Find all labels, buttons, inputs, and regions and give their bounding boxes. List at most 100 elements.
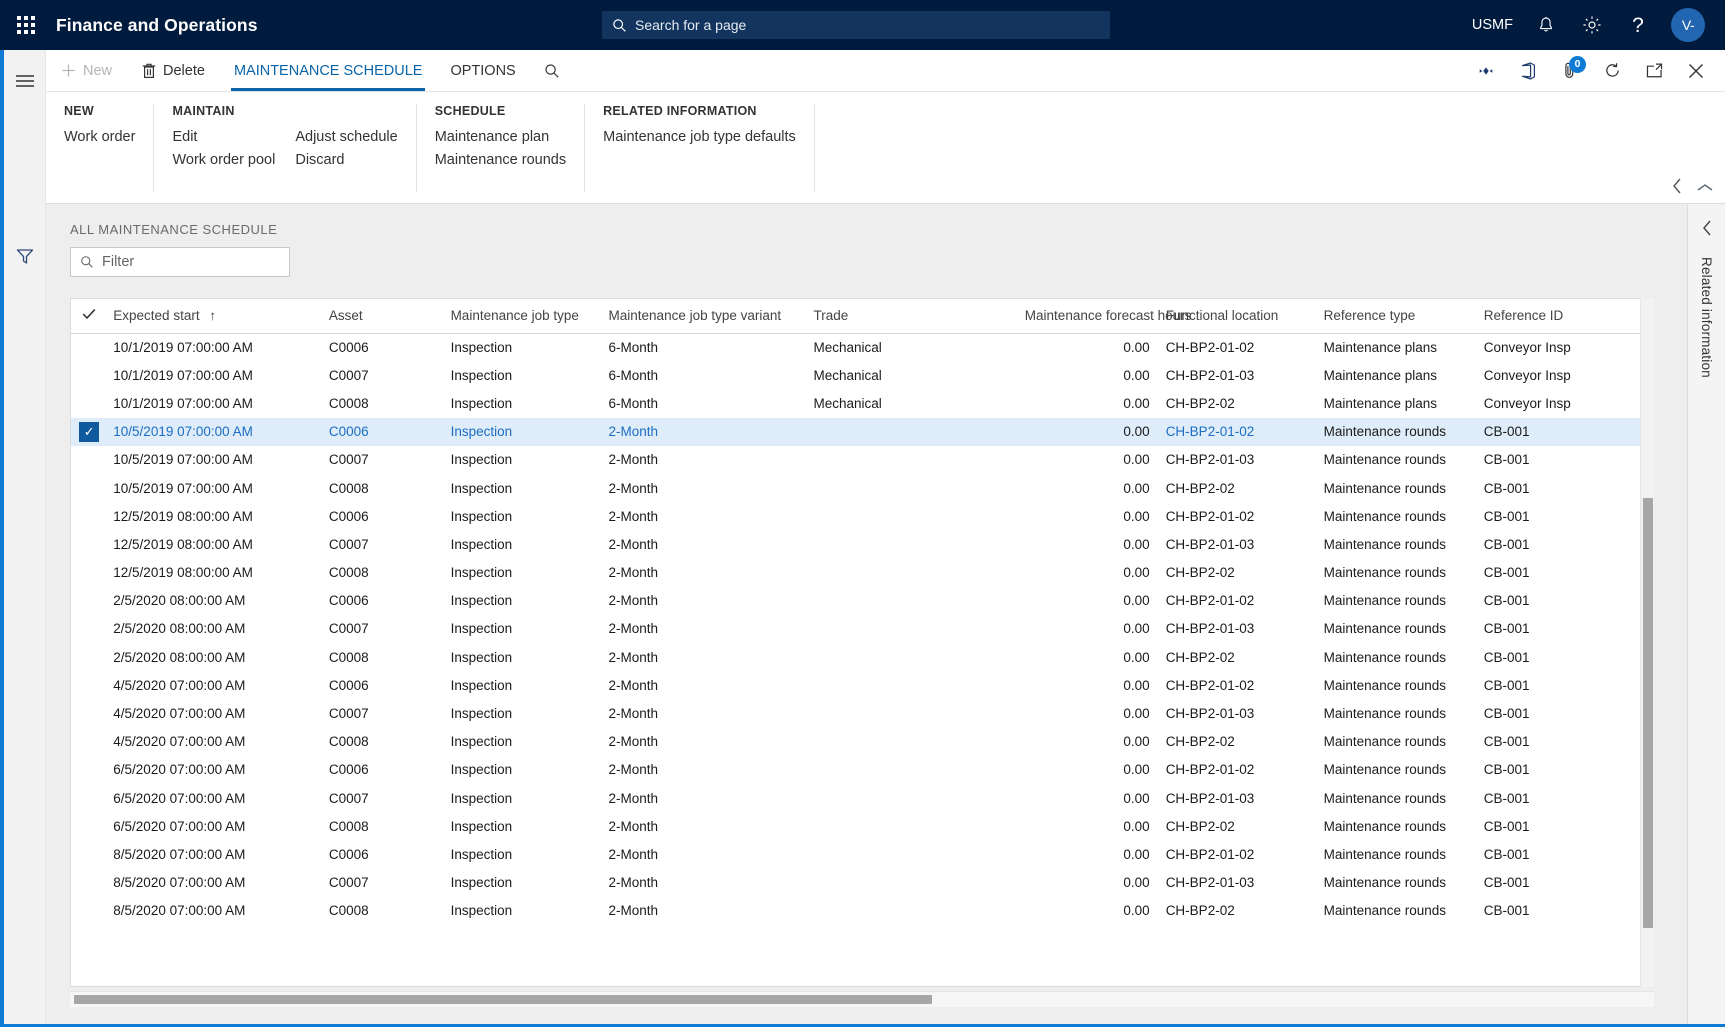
row-select-checkbox[interactable]	[71, 587, 107, 615]
cell-asset: C0006	[328, 339, 369, 355]
popout-icon[interactable]	[1637, 50, 1671, 92]
cell-asset: C0006	[328, 593, 369, 609]
column-header-asset[interactable]: Asset	[322, 299, 445, 334]
cell-job-type: Inspection	[450, 875, 513, 891]
table-row[interactable]: 6/5/2020 07:00:00 AM C0008 Inspection 2-Mon…	[71, 812, 1653, 840]
avatar[interactable]: V-	[1661, 0, 1715, 50]
row-select-checkbox[interactable]	[71, 869, 107, 897]
table-row[interactable]: 2/5/2020 08:00:00 AM C0008 Inspection 2-Mon…	[71, 643, 1653, 671]
table-row[interactable]: 8/5/2020 07:00:00 AM C0007 Inspection 2-Mon…	[71, 869, 1653, 897]
tab-options[interactable]: OPTIONS	[436, 50, 529, 91]
hamburger-icon[interactable]	[4, 59, 46, 103]
ribbon-item-adjust-schedule[interactable]: Adjust schedule	[295, 129, 397, 145]
grid-horizontal-scroll-thumb[interactable]	[74, 995, 932, 1004]
row-select-checkbox[interactable]	[71, 530, 107, 558]
column-header-reference-id[interactable]: Reference ID	[1477, 299, 1653, 334]
ribbon-item-maintenance-rounds[interactable]: Maintenance rounds	[435, 152, 566, 168]
company-selector[interactable]: USMF	[1462, 0, 1523, 50]
row-select-checkbox[interactable]	[71, 333, 107, 361]
filter-input[interactable]: Filter	[70, 247, 290, 277]
chevron-left-icon[interactable]	[1699, 218, 1715, 243]
cell-trade	[807, 869, 1018, 897]
table-row[interactable]: 12/5/2019 08:00:00 AM C0006 Inspection 2-Mo…	[71, 502, 1653, 530]
global-search-input[interactable]: Search for a page	[602, 11, 1110, 39]
row-select-checkbox[interactable]	[71, 699, 107, 727]
cell-asset: C0007	[328, 367, 369, 383]
chevron-up-icon[interactable]	[1695, 181, 1715, 199]
column-header-functional-location[interactable]: Functional location	[1159, 299, 1318, 334]
action-pane-search-icon[interactable]	[530, 50, 574, 91]
table-row[interactable]: 12/5/2019 08:00:00 AM C0008 Inspection 2-Mo…	[71, 559, 1653, 587]
tab-maintenance-schedule[interactable]: MAINTENANCE SCHEDULE	[220, 50, 437, 91]
column-header-expected-start[interactable]: Expected start ↑	[107, 299, 323, 334]
table-row[interactable]: 8/5/2020 07:00:00 AM C0006 Inspection 2-Mon…	[71, 840, 1653, 868]
collapse-ribbon-chevron-icon[interactable]	[1669, 176, 1685, 201]
row-select-checkbox[interactable]	[71, 559, 107, 587]
row-select-checkbox[interactable]	[71, 615, 107, 643]
row-select-checkbox[interactable]	[71, 389, 107, 417]
row-select-checkbox[interactable]	[71, 502, 107, 530]
row-select-checkbox[interactable]	[71, 784, 107, 812]
cell-functional-location: CH-BP2-01-03	[1165, 367, 1255, 383]
attachment-icon[interactable]: 0	[1553, 50, 1587, 92]
office-icon[interactable]	[1511, 50, 1545, 92]
bell-icon[interactable]	[1523, 0, 1569, 50]
cell-variant: 2-Month	[608, 649, 659, 665]
ribbon-item-discard[interactable]: Discard	[295, 152, 397, 168]
ribbon-group-maintain-title: MAINTAIN	[172, 104, 235, 118]
row-select-checkbox[interactable]	[71, 671, 107, 699]
table-row[interactable]: 2/5/2020 08:00:00 AM C0007 Inspection 2-Mon…	[71, 615, 1653, 643]
ribbon-item-maintenance-job-type-defaults[interactable]: Maintenance job type defaults	[603, 129, 796, 145]
table-row[interactable]: 4/5/2020 07:00:00 AM C0007 Inspection 2-Mon…	[71, 699, 1653, 727]
row-select-checkbox[interactable]	[71, 756, 107, 784]
refresh-icon[interactable]	[1595, 50, 1629, 92]
select-all-header[interactable]	[71, 299, 108, 334]
row-select-checkbox[interactable]	[71, 840, 107, 868]
row-select-checkbox[interactable]	[71, 897, 107, 925]
column-header-maintenance-forecast-hours[interactable]: Maintenance forecast hours	[1018, 299, 1191, 334]
table-row[interactable]: 8/5/2020 07:00:00 AM C0008 Inspection 2-Mon…	[71, 897, 1653, 925]
app-launcher-icon[interactable]	[0, 0, 52, 50]
related-information-label[interactable]: Related information	[1699, 257, 1714, 378]
cell-functional-location: CH-BP2-01-03	[1165, 875, 1255, 891]
row-select-checkbox[interactable]	[71, 446, 107, 474]
cell-hours: 0.00	[1123, 452, 1150, 468]
column-header-trade[interactable]: Trade	[807, 299, 1019, 334]
grid-vertical-scrollbar[interactable]	[1640, 298, 1654, 987]
cell-trade	[807, 446, 1018, 474]
new-button[interactable]: New	[46, 50, 127, 91]
row-select-checkbox[interactable]	[71, 643, 107, 671]
table-row[interactable]: 10/1/2019 07:00:00 AM C0008 Inspection 6-Mo…	[71, 389, 1653, 417]
table-row[interactable]: 6/5/2020 07:00:00 AM C0007 Inspection 2-Mon…	[71, 784, 1653, 812]
table-row[interactable]: 6/5/2020 07:00:00 AM C0006 Inspection 2-Mon…	[71, 756, 1653, 784]
table-row[interactable]: 10/1/2019 07:00:00 AM C0006 Inspection 6-Mo…	[71, 333, 1653, 361]
column-header-maintenance-job-type-variant[interactable]: Maintenance job type variant	[602, 299, 808, 334]
grid-vertical-scroll-thumb[interactable]	[1643, 498, 1653, 928]
table-row[interactable]: 2/5/2020 08:00:00 AM C0006 Inspection 2-Mon…	[71, 587, 1653, 615]
table-row[interactable]: 10/1/2019 07:00:00 AM C0007 Inspection 6-Mo…	[71, 361, 1653, 389]
grid-horizontal-scrollbar[interactable]	[70, 991, 1654, 1007]
close-icon[interactable]	[1679, 50, 1713, 92]
ribbon-item-edit[interactable]: Edit	[172, 129, 275, 145]
table-row[interactable]: 12/5/2019 08:00:00 AM C0007 Inspection 2-Mo…	[71, 530, 1653, 558]
column-header-reference-type[interactable]: Reference type	[1317, 299, 1478, 334]
ribbon-item-work-order-pool[interactable]: Work order pool	[172, 152, 275, 168]
table-row[interactable]: 4/5/2020 07:00:00 AM C0008 Inspection 2-Mon…	[71, 728, 1653, 756]
row-select-checkbox[interactable]: ✓	[71, 418, 107, 446]
delete-button[interactable]: Delete	[127, 50, 220, 91]
row-select-checkbox[interactable]	[71, 474, 107, 502]
row-select-checkbox[interactable]	[71, 812, 107, 840]
table-row[interactable]: 4/5/2020 07:00:00 AM C0006 Inspection 2-Mon…	[71, 671, 1653, 699]
ribbon-item-work-order[interactable]: Work order	[64, 129, 135, 145]
question-icon[interactable]: ?	[1615, 0, 1661, 50]
row-select-checkbox[interactable]	[71, 728, 107, 756]
ribbon-item-maintenance-plan[interactable]: Maintenance plan	[435, 129, 566, 145]
table-row[interactable]: 10/5/2019 07:00:00 AM C0008 Inspection 2-Mo…	[71, 474, 1653, 502]
table-row[interactable]: 10/5/2019 07:00:00 AM C0007 Inspection 2-Mo…	[71, 446, 1653, 474]
funnel-icon[interactable]	[4, 234, 46, 278]
column-header-maintenance-job-type[interactable]: Maintenance job type	[444, 299, 603, 334]
share-icon[interactable]	[1469, 50, 1503, 92]
row-select-checkbox[interactable]	[71, 361, 107, 389]
gear-icon[interactable]	[1569, 0, 1615, 50]
table-row[interactable]: ✓ 10/5/2019 07:00:00 AM C0006 Inspection 2-M…	[71, 417, 1653, 446]
